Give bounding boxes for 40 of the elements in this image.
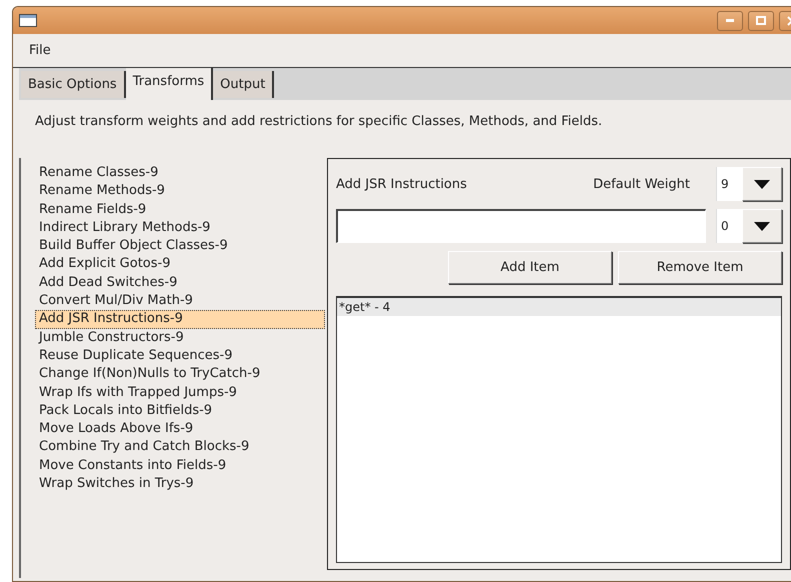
transform-item[interactable]: Pack Locals into Bitfields-9: [35, 402, 325, 420]
transform-item[interactable]: Change If(Non)Nulls to TryCatch-9: [35, 365, 325, 384]
transform-item[interactable]: Move Loads Above Ifs-9: [35, 420, 325, 438]
tab[interactable]: Output: [213, 71, 274, 98]
transform-item[interactable]: Add Dead Switches-9: [35, 274, 325, 292]
transform-item[interactable]: Add Explicit Gotos-9: [35, 255, 325, 274]
action-button[interactable]: Remove Item: [618, 251, 782, 284]
maximize-button[interactable]: [748, 10, 774, 30]
combo-value[interactable]: 0: [716, 209, 742, 243]
action-button[interactable]: Add Item: [448, 251, 612, 284]
dropdown-button[interactable]: [742, 167, 782, 201]
transform-item[interactable]: Rename Methods-9: [35, 182, 325, 201]
transform-item[interactable]: Indirect Library Methods-9: [35, 218, 325, 238]
minimize-icon: [726, 19, 734, 22]
caret-icon: [754, 180, 770, 188]
transform-item[interactable]: Rename Classes-9: [35, 164, 325, 182]
transform-item[interactable]: Jumble Constructors-9: [35, 328, 325, 347]
description-text: Adjust transform weights and add restrictions for specific Classes, Methods, and Fields.: [34, 113, 604, 131]
transform-item[interactable]: Combine Try and Catch Blocks-9: [35, 438, 325, 457]
transform-item[interactable]: Wrap Switches in Trys-9: [35, 475, 325, 494]
menu-item[interactable]: File: [27, 41, 53, 60]
transform-item[interactable]: Add JSR Instructions-9: [35, 310, 325, 329]
tab[interactable]: Transforms: [126, 68, 214, 100]
restriction-item[interactable]: *get* - 4: [337, 298, 781, 316]
transform-item[interactable]: Reuse Duplicate Sequences-9: [35, 346, 325, 366]
maximize-icon: [756, 16, 766, 25]
combo-value[interactable]: 9: [716, 167, 742, 201]
pattern-field[interactable]: [336, 209, 706, 243]
transform-title: Add JSR Instructions: [336, 176, 468, 192]
weight-label: Default Weight: [593, 176, 690, 192]
tab[interactable]: Basic Options: [21, 71, 126, 98]
transform-item[interactable]: Rename Fields-9: [35, 200, 325, 219]
transform-item[interactable]: Wrap Ifs with Trapped Jumps-9: [35, 384, 325, 402]
transform-item[interactable]: Build Buffer Object Classes-9: [35, 237, 325, 256]
dropdown-button[interactable]: [742, 209, 782, 243]
transform-item[interactable]: Move Constants into Fields-9: [35, 456, 325, 476]
window-icon: [19, 14, 37, 27]
transform-item[interactable]: Convert Mul/Div Math-9: [35, 292, 325, 310]
caret-icon: [754, 222, 770, 230]
minimize-button[interactable]: [717, 10, 743, 30]
